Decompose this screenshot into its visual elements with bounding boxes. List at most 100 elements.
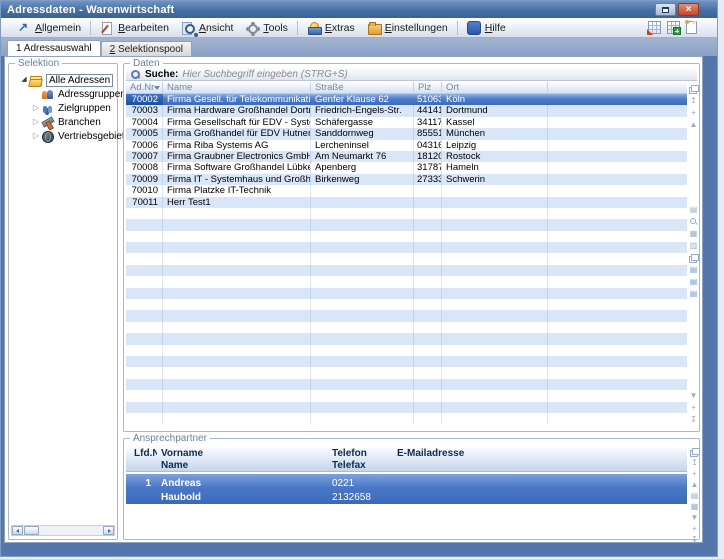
cell-plz <box>414 219 442 230</box>
add-icon[interactable]: + <box>688 403 699 413</box>
window-title: Adressdaten - Warenwirtschaft <box>7 4 174 16</box>
copy-icon[interactable] <box>688 84 699 94</box>
table-row[interactable]: 70006Firma Riba Systems AGLercheninsel04… <box>126 140 687 151</box>
blue-list-icon[interactable]: ▤ <box>688 265 699 275</box>
contact-column-email[interactable]: E-Mailadresse <box>393 447 687 471</box>
cards-icon[interactable]: ▥ <box>688 241 699 251</box>
cell-filler <box>548 276 687 287</box>
up-icon[interactable]: ▲ <box>689 480 700 490</box>
tab-1-adressauswahl[interactable]: 1 Adressauswahl <box>7 40 101 56</box>
down-icon[interactable]: ▼ <box>688 391 699 401</box>
tree-item-zielgruppen[interactable]: ▷Zielgruppen <box>11 101 115 115</box>
collapsed-icon[interactable]: ▷ <box>31 115 41 129</box>
tab-2-selektionspool[interactable]: 2 Selektionspool <box>101 41 192 56</box>
tree-item-alle-adressen[interactable]: ◢Alle Adressen <box>11 73 115 87</box>
column-header-filler <box>548 82 687 93</box>
cell-ort <box>442 265 548 276</box>
cell-strasse: Birkenweg <box>311 174 414 185</box>
close-button[interactable]: × <box>678 3 699 16</box>
cell-filler <box>548 128 687 139</box>
table-row[interactable]: 70005Firma Großhandel für EDV HutnerSand… <box>126 128 687 139</box>
up-icon[interactable]: ▲ <box>688 120 699 130</box>
list-icon[interactable]: ▤ <box>689 491 700 501</box>
menu-item-bearbeiten[interactable]: Bearbeiten <box>94 19 175 37</box>
grid-icon[interactable]: ▦ <box>688 229 699 239</box>
down-icon[interactable]: ▼ <box>689 513 700 523</box>
cell-name <box>163 345 311 356</box>
grid-header: Ad.Nr Name Straße Plz Ort <box>126 82 687 94</box>
scroll-bottom-icon[interactable]: ↧ <box>688 415 699 425</box>
address-grid-rows: 70002Firma Gesell. für Telekommunikation… <box>126 94 687 429</box>
column-label: Name <box>161 460 188 471</box>
scroll-left-button[interactable] <box>12 526 23 535</box>
empty-row <box>126 276 687 287</box>
tree-item-vertriebsgebiete[interactable]: ▷Vertriebsgebiete <box>11 129 115 143</box>
cell-adnr: 70007 <box>126 151 163 162</box>
scroll-right-button[interactable] <box>103 526 114 535</box>
add-icon[interactable]: + <box>688 108 699 118</box>
column-header-plz[interactable]: Plz <box>414 82 442 93</box>
cell-name: Firma Großhandel für EDV Hutner <box>163 128 311 139</box>
table-row[interactable]: 70010Firma Platzke IT-Technik <box>126 185 687 196</box>
blue-list-icon[interactable]: ▤ <box>688 289 699 299</box>
menu-item-extras[interactable]: Extras <box>301 19 361 37</box>
menu-separator <box>457 21 458 35</box>
table-row[interactable]: 70011Herr Test1 <box>126 197 687 208</box>
blue-list-icon[interactable]: ▤ <box>688 277 699 287</box>
collapsed-icon[interactable]: ▷ <box>31 101 41 115</box>
menu-item-hilfe[interactable]: Hilfe <box>461 19 512 37</box>
open-folder-icon <box>29 74 43 87</box>
cell-ort <box>442 288 548 299</box>
contact-column-telefon-telefax[interactable]: TelefonTelefax <box>328 447 393 471</box>
cell-adnr <box>126 288 163 299</box>
column-header-adnr[interactable]: Ad.Nr <box>126 82 163 93</box>
cell-strasse: Lercheninsel <box>311 140 414 151</box>
minimize-button[interactable] <box>655 3 676 16</box>
grid-icon[interactable]: ▦ <box>689 502 700 512</box>
contact-column-vorname-name[interactable]: VornameName <box>157 447 328 471</box>
new-document-icon[interactable] <box>686 21 697 34</box>
tree-item-adressgruppen[interactable]: Adressgruppen <box>11 87 115 101</box>
export-table-green-icon[interactable] <box>667 21 680 34</box>
menu-item-ansicht[interactable]: Ansicht <box>175 19 239 37</box>
table-row[interactable]: 70003Firma Hardware Großhandel DortmundF… <box>126 105 687 116</box>
contact-nachname: Haubold <box>161 492 201 503</box>
add-icon[interactable]: + <box>689 524 700 534</box>
table-row[interactable]: 70007Firma Graubner Electronics GmbHAm N… <box>126 151 687 162</box>
table-row[interactable]: 70008Firma Software Großhandel Lübke AGA… <box>126 162 687 173</box>
empty-row <box>126 322 687 333</box>
scroll-bottom-icon[interactable]: ↧ <box>689 535 700 545</box>
tree-item-branchen[interactable]: ▷Branchen <box>11 115 115 129</box>
contact-column-nr[interactable]: Lfd.Nr. <box>126 447 157 471</box>
search-bar[interactable]: Suche: Hier Suchbegriff eingeben (STRG+S… <box>126 68 697 81</box>
table-row[interactable]: 70002Firma Gesell. für Telekommunikation… <box>126 94 687 105</box>
menu-item-tools[interactable]: Tools <box>239 19 294 37</box>
menu-item-allgemein[interactable]: Allgemein <box>11 19 87 37</box>
scrollbar-thumb[interactable] <box>24 526 39 535</box>
column-header-strasse[interactable]: Straße <box>311 82 414 93</box>
collapsed-icon[interactable]: ▷ <box>31 129 41 143</box>
table-row[interactable]: 70009Firma IT - Systemhaus und Großhande… <box>126 174 687 185</box>
list-icon[interactable]: ▤ <box>688 205 699 215</box>
column-header-name[interactable]: Name <box>163 82 311 93</box>
copy-icon[interactable] <box>689 447 700 457</box>
table-row[interactable]: 70004Firma Gesellschaft für EDV - System… <box>126 117 687 128</box>
magnifier-icon[interactable] <box>688 217 699 227</box>
search-input[interactable]: Hier Suchbegriff eingeben (STRG+S) <box>182 69 347 80</box>
column-header-ort[interactable]: Ort <box>442 82 548 93</box>
selektion-panel: Selektion ◢Alle AdressenAdressgruppen▷Zi… <box>8 63 118 540</box>
scroll-top-icon[interactable]: ↥ <box>688 96 699 106</box>
scroll-top-icon[interactable]: ↥ <box>689 458 700 468</box>
cell-ort <box>442 185 548 196</box>
export-table-red-icon[interactable] <box>648 21 661 34</box>
cell-ort <box>442 253 548 264</box>
menu-item-einstellungen[interactable]: Einstellungen <box>361 19 454 37</box>
title-bar[interactable]: Adressdaten - Warenwirtschaft × <box>1 1 717 18</box>
copy-icon[interactable] <box>688 253 699 263</box>
cell-strasse: Sanddornweg <box>311 128 414 139</box>
contact-row-selected[interactable]: 1 AndreasHaubold 0221 2132658 <box>126 474 687 504</box>
cell-strasse <box>311 402 414 413</box>
add-icon[interactable]: + <box>689 469 700 479</box>
tree-horizontal-scrollbar[interactable] <box>11 525 115 536</box>
empty-row <box>126 367 687 378</box>
